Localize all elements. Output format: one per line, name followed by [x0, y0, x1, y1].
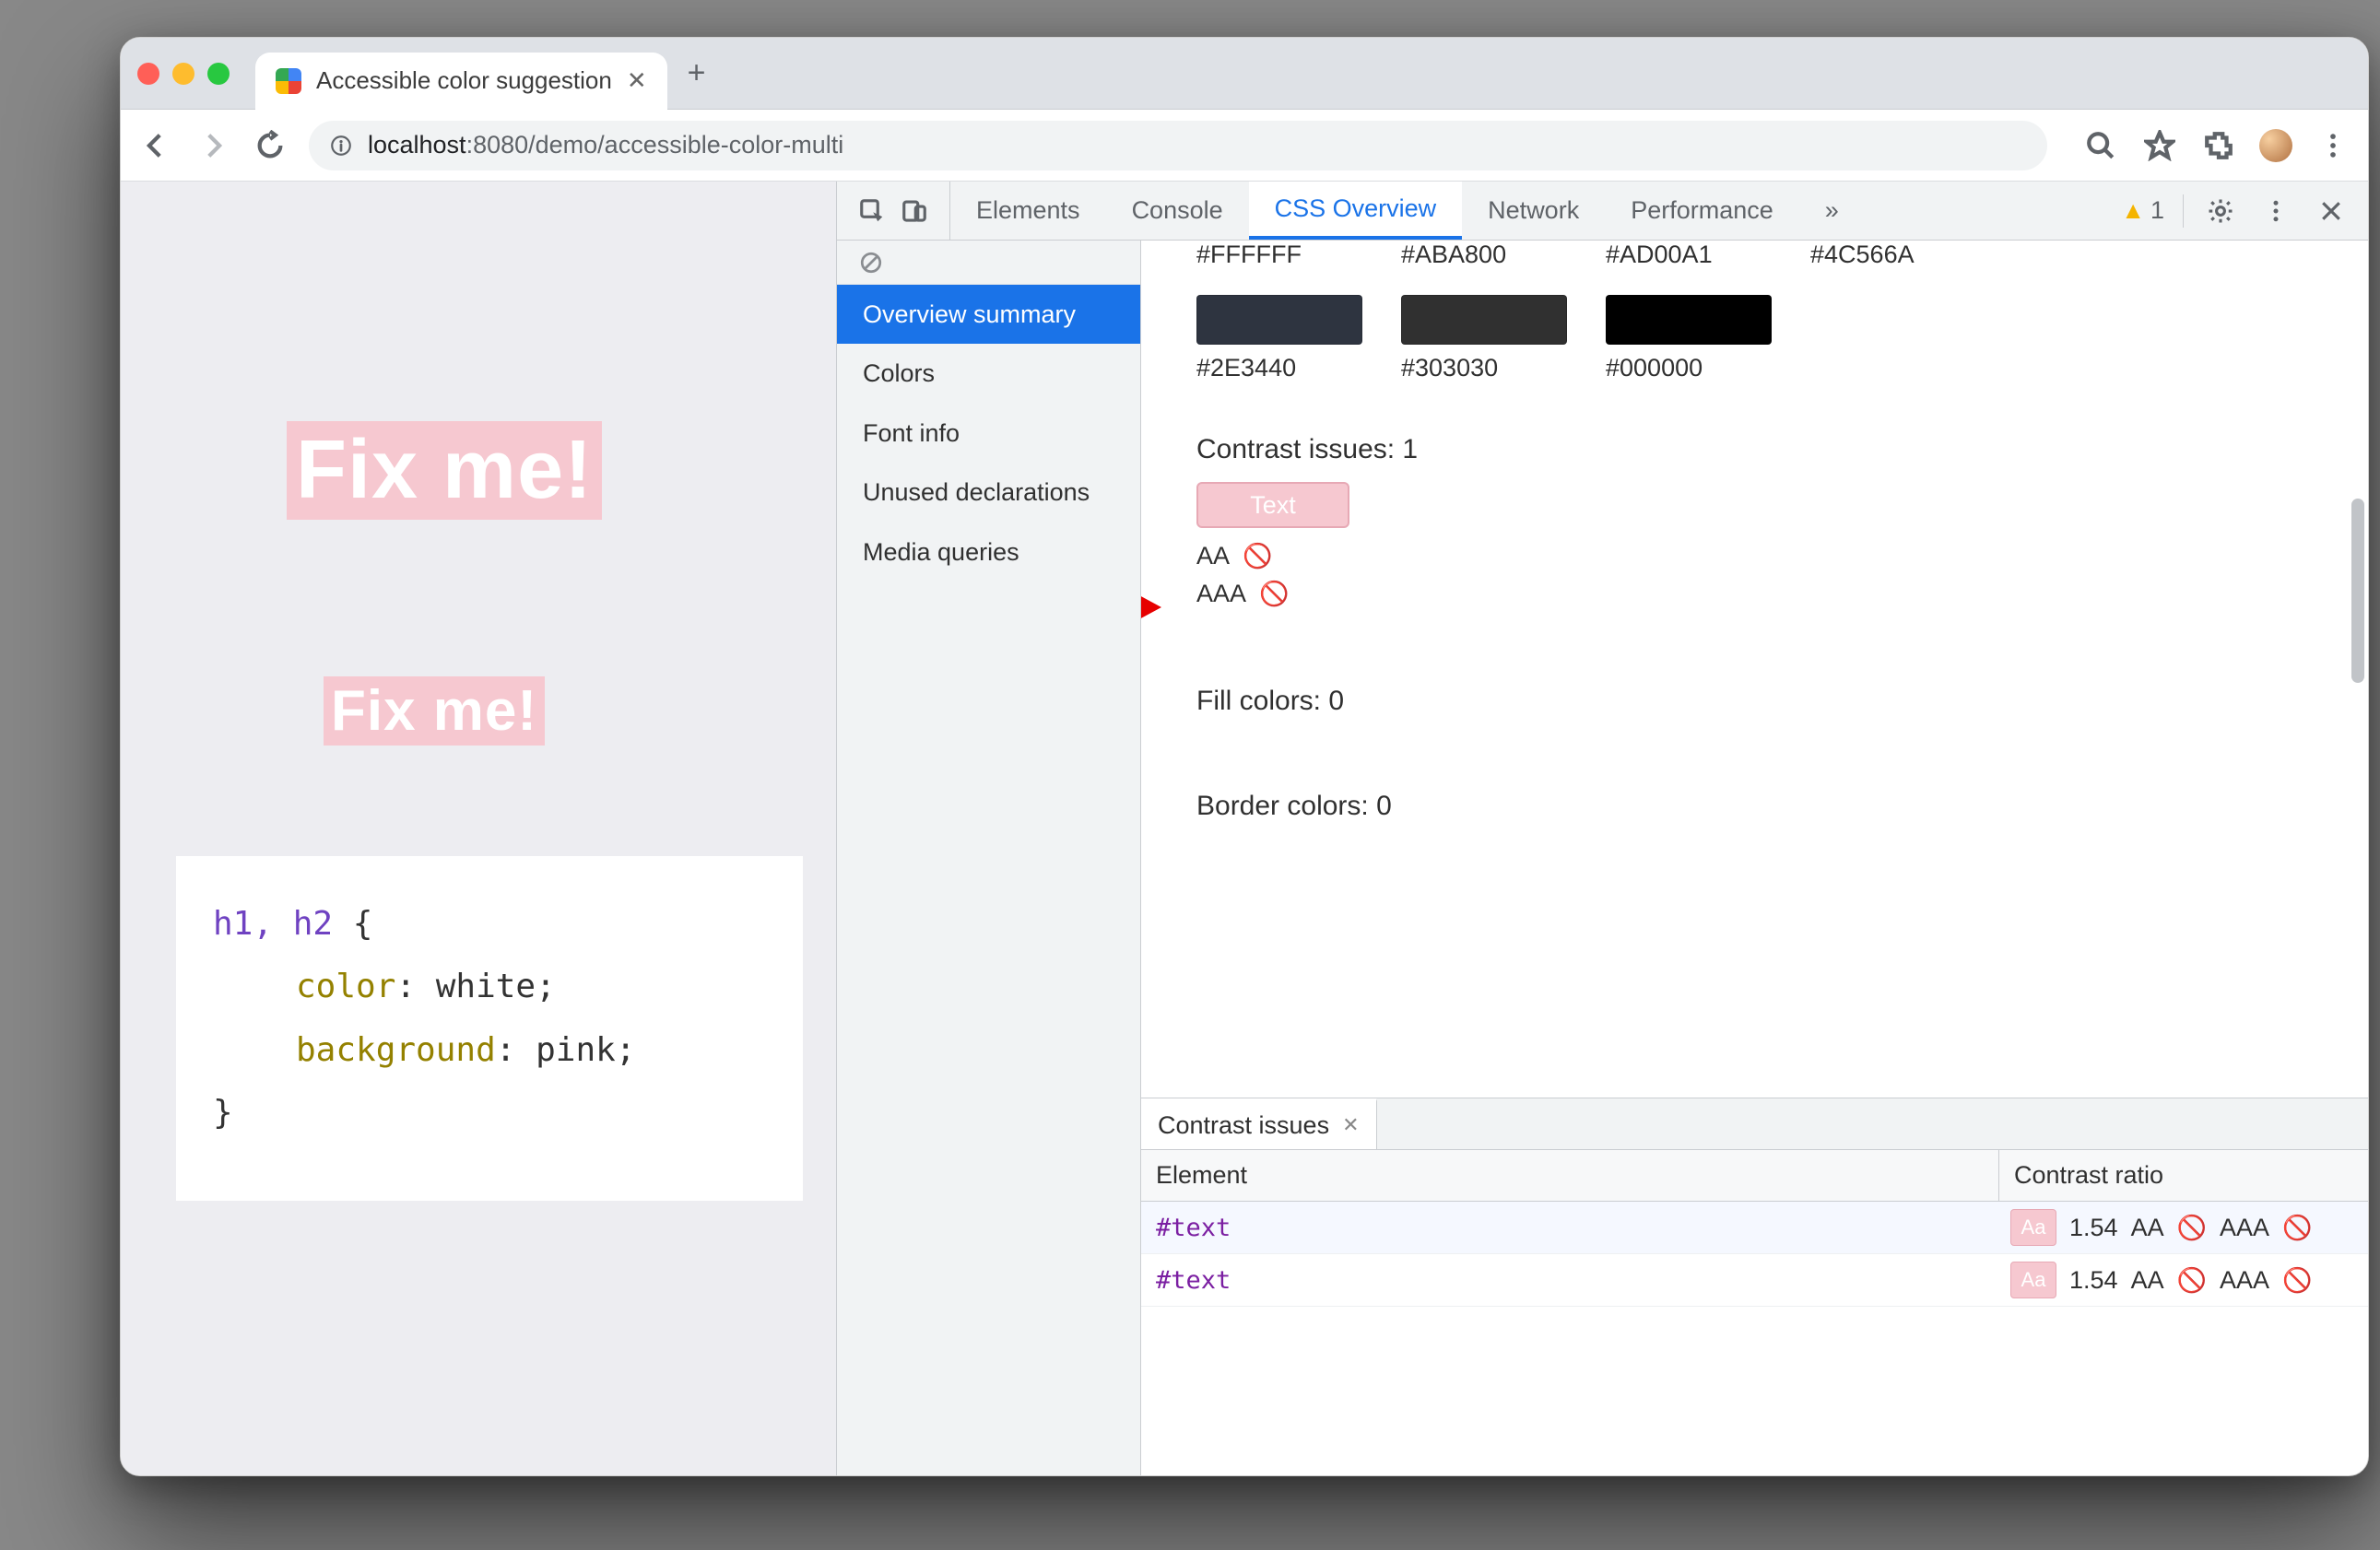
url-host: localhost	[368, 131, 466, 159]
sidebar-item-overview-summary[interactable]: Overview summary	[837, 285, 1140, 344]
close-drawer-tab-icon[interactable]: ✕	[1342, 1113, 1359, 1137]
hex-label: #AD00A1	[1606, 241, 1772, 269]
tab-console[interactable]: Console	[1106, 182, 1249, 240]
hex-label: #FFFFFF	[1196, 241, 1362, 269]
titlebar: Accessible color suggestion ✕ +	[121, 38, 2368, 110]
col-element: Element	[1141, 1150, 1999, 1201]
devtools-drawer: Contrast issues ✕ Element Contrast ratio	[1141, 1098, 2368, 1475]
swatch-label: #2E3440	[1196, 354, 1296, 382]
url-path: :8080/demo/accessible-color-multi	[466, 131, 844, 159]
close-tab-button[interactable]: ✕	[627, 66, 647, 95]
favicon-icon	[276, 68, 301, 94]
device-toolbar-icon[interactable]	[896, 193, 933, 229]
css-overview-main: #FFFFFF #ABA800 #AD00A1 #4C566A #2E3440	[1141, 241, 2368, 1475]
sidebar-item-unused-declarations[interactable]: Unused declarations	[837, 463, 1140, 522]
window-controls	[137, 63, 230, 85]
zoom-indicator-icon[interactable]	[2082, 127, 2119, 164]
drawer-tab-contrast-issues[interactable]: Contrast issues ✕	[1141, 1098, 1377, 1149]
tab-performance[interactable]: Performance	[1605, 182, 1799, 240]
table-row[interactable]: #text Aa 1.54 AA 🚫 AAA 🚫	[1141, 1254, 2368, 1307]
fail-icon: 🚫	[2177, 1214, 2207, 1242]
fail-icon: 🚫	[1243, 542, 1272, 570]
rendered-page: Fix me! Fix me! h1, h2 { color: white; b…	[121, 182, 836, 1475]
sample-chip: Aa	[2010, 1209, 2056, 1246]
chrome-menu-button[interactable]	[2315, 127, 2351, 164]
table-row[interactable]: #text Aa 1.54 AA 🚫 AAA 🚫	[1141, 1202, 2368, 1254]
tab-css-overview[interactable]: CSS Overview	[1249, 182, 1463, 240]
col-contrast-ratio: Contrast ratio	[1999, 1150, 2368, 1201]
annotation-arrow-icon	[1141, 581, 1161, 633]
devtools-menu-icon[interactable]	[2257, 193, 2294, 229]
browser-tab[interactable]: Accessible color suggestion ✕	[255, 53, 667, 110]
swatch-label: #000000	[1606, 354, 1703, 382]
address-bar[interactable]: localhost:8080/demo/accessible-color-mul…	[309, 121, 2047, 170]
page-heading-1: Fix me!	[287, 421, 602, 520]
color-swatch[interactable]	[1196, 295, 1362, 345]
close-devtools-icon[interactable]	[2313, 193, 2350, 229]
toolbar: localhost:8080/demo/accessible-color-mul…	[121, 110, 2368, 182]
swatch-row: #2E3440 #303030 #000000	[1196, 295, 2313, 382]
devtools-panel: Elements Console CSS Overview Network Pe…	[836, 182, 2368, 1475]
sidebar-item-colors[interactable]: Colors	[837, 344, 1140, 403]
swatch-label: #303030	[1401, 354, 1498, 382]
hex-label: #ABA800	[1401, 241, 1567, 269]
tab-more[interactable]: »	[1799, 182, 1865, 240]
new-tab-button[interactable]: +	[688, 55, 706, 91]
profile-avatar[interactable]	[2259, 129, 2292, 162]
warning-icon: ▲	[2121, 196, 2145, 225]
css-overview-sidebar: Overview summary Colors Font info Unused…	[837, 241, 1141, 1475]
element-cell: #text	[1141, 1255, 1999, 1306]
sidebar-item-media-queries[interactable]: Media queries	[837, 523, 1140, 581]
close-window-button[interactable]	[137, 63, 159, 85]
fill-colors-heading: Fill colors: 0	[1196, 686, 2313, 717]
tab-network[interactable]: Network	[1462, 182, 1605, 240]
extensions-button[interactable]	[2200, 127, 2237, 164]
drawer-header-row: Element Contrast ratio	[1141, 1150, 2368, 1202]
ratio-cell: Aa 1.54 AA 🚫 AAA 🚫	[1999, 1254, 2368, 1306]
code-selector: h1, h2	[213, 905, 333, 943]
contrast-sample-swatch[interactable]: Text	[1196, 482, 1349, 528]
sidebar-item-font-info[interactable]: Font info	[837, 404, 1140, 463]
browser-window: Accessible color suggestion ✕ + localhos…	[120, 37, 2369, 1476]
bookmark-button[interactable]	[2141, 127, 2178, 164]
zoom-window-button[interactable]	[207, 63, 230, 85]
content-split: Fix me! Fix me! h1, h2 { color: white; b…	[121, 182, 2368, 1475]
fail-icon: 🚫	[2282, 1214, 2312, 1242]
forward-button[interactable]	[194, 127, 231, 164]
code-sample: h1, h2 { color: white; background: pink;…	[176, 856, 803, 1201]
scrollbar-thumb[interactable]	[2351, 499, 2364, 683]
settings-icon[interactable]	[2202, 193, 2239, 229]
fail-icon: 🚫	[2177, 1266, 2207, 1295]
color-swatch[interactable]	[1606, 295, 1772, 345]
fail-icon: 🚫	[1259, 580, 1289, 607]
devtools-tabbar: Elements Console CSS Overview Network Pe…	[837, 182, 2368, 241]
warning-badge[interactable]: ▲ 1	[2121, 196, 2164, 225]
color-swatch[interactable]	[1401, 295, 1567, 345]
element-cell: #text	[1141, 1203, 1999, 1253]
tab-elements[interactable]: Elements	[950, 182, 1106, 240]
hex-label: #4C566A	[1810, 241, 1976, 269]
minimize-window-button[interactable]	[172, 63, 194, 85]
inspect-element-icon[interactable]	[854, 193, 890, 229]
fail-icon: 🚫	[2282, 1266, 2312, 1295]
ratio-cell: Aa 1.54 AA 🚫 AAA 🚫	[1999, 1202, 2368, 1253]
top-hex-row: #FFFFFF #ABA800 #AD00A1 #4C566A	[1196, 241, 2313, 269]
site-info-icon	[329, 134, 353, 158]
tab-title: Accessible color suggestion	[316, 66, 612, 95]
back-button[interactable]	[137, 127, 174, 164]
drawer-rows: #text Aa 1.54 AA 🚫 AAA 🚫	[1141, 1202, 2368, 1475]
warning-count: 1	[2150, 196, 2164, 225]
reload-button[interactable]	[252, 127, 289, 164]
clear-overview-icon[interactable]	[837, 241, 1140, 285]
sample-chip: Aa	[2010, 1262, 2056, 1298]
page-heading-2: Fix me!	[324, 676, 545, 746]
contrast-issues-heading: Contrast issues: 1	[1196, 434, 2313, 465]
border-colors-heading: Border colors: 0	[1196, 791, 2313, 822]
aa-results: AA🚫 AAA🚫	[1196, 537, 2313, 612]
